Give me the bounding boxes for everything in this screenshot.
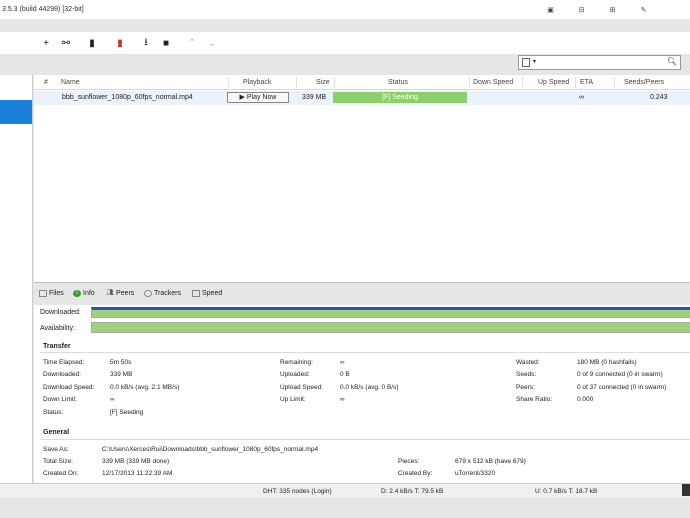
created-by-value: uTorrent/3320 [455, 470, 496, 477]
torrent-size: 339 MB [302, 94, 327, 101]
toolbar: + ⚯ ▮ ▮ ⭳ ■ ⌃ ⌄ [0, 32, 690, 54]
col-eta[interactable]: ETA [580, 79, 593, 86]
col-up-speed[interactable]: Up Speed [538, 79, 569, 86]
uploaded-value: 0 B [340, 371, 350, 378]
remaining-label: Remaining: [280, 359, 313, 366]
window-title: 3.5.3 (build 44298) [32-bit] [2, 6, 84, 13]
torrent-eta: ∞ [579, 94, 584, 101]
stop-button[interactable]: ■ [158, 36, 174, 50]
save-as-label: Save As: [43, 446, 69, 453]
torrent-name: bbb_sunflower_1080p_60fps_normal.mp4 [62, 94, 193, 101]
folder-icon [39, 290, 47, 297]
down-limit-label: Down Limit: [43, 396, 77, 403]
col-playback[interactable]: Playback [243, 79, 271, 86]
add-torrent-button[interactable]: + [38, 36, 54, 50]
status-bar: DHT: 335 nodes (Login) D: 2.4 kB/s T: 79… [0, 483, 690, 498]
tab-peers[interactable]: 👥︎ Peers [106, 290, 134, 297]
tab-speed[interactable]: Speed [192, 290, 222, 297]
save-as-value: C:\Users\Xerces\Rui\Downloads\bbb_sunflo… [102, 446, 319, 453]
minimize-to-tray-icon[interactable]: ▣ [535, 4, 566, 16]
torrent-seeds-peers: 0.243 [650, 94, 668, 101]
downloaded-field-label: Downloaded: [43, 371, 81, 378]
search-provider-dropdown[interactable]: ▾ [533, 58, 536, 65]
move-up-button[interactable]: ⌃ [184, 36, 200, 50]
peers-label: Peers: [516, 384, 535, 391]
play-now-button[interactable]: ▶ Play Now [227, 92, 289, 103]
tab-info[interactable]: i Info [73, 290, 95, 297]
detail-tabs: Files i Info 👥︎ Peers Trackers Speed [34, 287, 690, 303]
wasted-value: 180 MB (0 hashfails) [577, 359, 637, 366]
dht-status[interactable]: DHT: 335 nodes (Login) [263, 488, 332, 495]
total-size-label: Total Size: [43, 458, 73, 465]
download-speed-label: Download Speed: [43, 384, 95, 391]
col-num[interactable]: # [44, 79, 48, 86]
down-limit-value: ∞ [110, 396, 115, 403]
wasted-label: Wasted: [516, 359, 540, 366]
pieces-value: 679 x 512 kB (have 679) [455, 458, 526, 465]
col-status[interactable]: Status [388, 79, 408, 86]
tab-trackers[interactable]: Trackers [144, 290, 181, 297]
created-on-value: 12/17/2013 11:22:39 AM [102, 470, 173, 477]
remaining-value: ∞ [340, 359, 345, 366]
tab-files[interactable]: Files [39, 290, 64, 297]
up-limit-value: ∞ [340, 396, 345, 403]
created-on-label: Created On: [43, 470, 79, 477]
total-size-value: 339 MB (339 MB done) [102, 458, 170, 465]
title-bar: 3.5.3 (build 44298) [32-bit] ▣ ⊟ ⊞ ✎ [0, 0, 690, 20]
upload-speed-value: 0.0 kB/s (avg. 0 B/s) [340, 384, 399, 391]
table-row[interactable]: bbb_sunflower_1080p_60fps_normal.mp4 ▶ P… [34, 91, 690, 105]
peers-icon: 👥︎ [106, 290, 114, 296]
search-input[interactable]: ▾ 🔍︎ [518, 55, 681, 70]
move-down-button[interactable]: ⌄ [204, 36, 220, 50]
col-down-speed[interactable]: Down Speed [473, 79, 513, 86]
created-by-label: Created By: [398, 470, 433, 477]
pieces-label: Pieces: [398, 458, 420, 465]
maximize-icon[interactable]: ⊞ [597, 4, 628, 16]
speed-icon [192, 290, 200, 297]
up-limit-label: Up Limit: [280, 396, 306, 403]
create-torrent-button[interactable]: ▮ [84, 36, 100, 50]
uploaded-label: Uploaded: [280, 371, 310, 378]
upload-speed-label: Upload Speed: [280, 384, 324, 391]
sidebar-selected-item[interactable] [0, 100, 32, 124]
add-link-button[interactable]: ⚯ [58, 36, 74, 50]
torrent-status: [F] Seeding [333, 92, 467, 103]
availability-label: Availability: [40, 325, 75, 332]
share-ratio-value: 0.000 [577, 396, 594, 403]
search-icon[interactable]: 🔍︎ [667, 57, 677, 66]
downloaded-label: Downloaded: [40, 309, 81, 316]
status-label: Status: [43, 409, 64, 416]
scrollbar-thumb[interactable] [682, 484, 690, 496]
status-value: [F] Seeding [110, 409, 144, 416]
info-icon: i [73, 290, 81, 297]
download-status[interactable]: D: 2.4 kB/s T: 79.5 kB [381, 488, 443, 495]
general-heading: General [43, 429, 70, 436]
start-download-button[interactable]: ⭳ [138, 36, 154, 50]
col-name[interactable]: Name [61, 79, 80, 86]
share-ratio-label: Share Ratio: [516, 396, 553, 403]
downloaded-bar [91, 307, 690, 318]
sidebar [0, 75, 33, 483]
upload-status[interactable]: U: 0.7 kB/s T: 18.7 kB [535, 488, 597, 495]
download-speed-value: 0.0 kB/s (avg. 2.1 MB/s) [110, 384, 180, 391]
torrent-list: # Name Playback Size Status Down Speed U… [34, 75, 690, 283]
info-panel: Downloaded: Availability: Transfer Time … [34, 305, 690, 483]
list-header: # Name Playback Size Status Down Speed U… [34, 75, 690, 90]
col-size[interactable]: Size [316, 79, 330, 86]
peers-value: 0 of 37 connected (0 in swarm) [577, 384, 667, 391]
pin-icon[interactable]: ✎ [628, 4, 659, 16]
trackers-icon [144, 290, 152, 297]
seeds-value: 0 of 9 connected (0 in swarm) [577, 371, 663, 378]
remove-torrent-button[interactable]: ▮ [112, 36, 128, 50]
time-elapsed-label: Time Elapsed: [43, 359, 85, 366]
transfer-heading: Transfer [43, 343, 71, 350]
downloaded-value: 339 MB [110, 371, 133, 378]
seeds-label: Seeds: [516, 371, 537, 378]
availability-bar [91, 322, 690, 333]
time-elapsed-value: 5m 50s [110, 359, 132, 366]
col-seeds-peers[interactable]: Seeds/Peers [624, 79, 664, 86]
document-icon [522, 58, 530, 67]
minimize-icon[interactable]: ⊟ [566, 4, 597, 16]
